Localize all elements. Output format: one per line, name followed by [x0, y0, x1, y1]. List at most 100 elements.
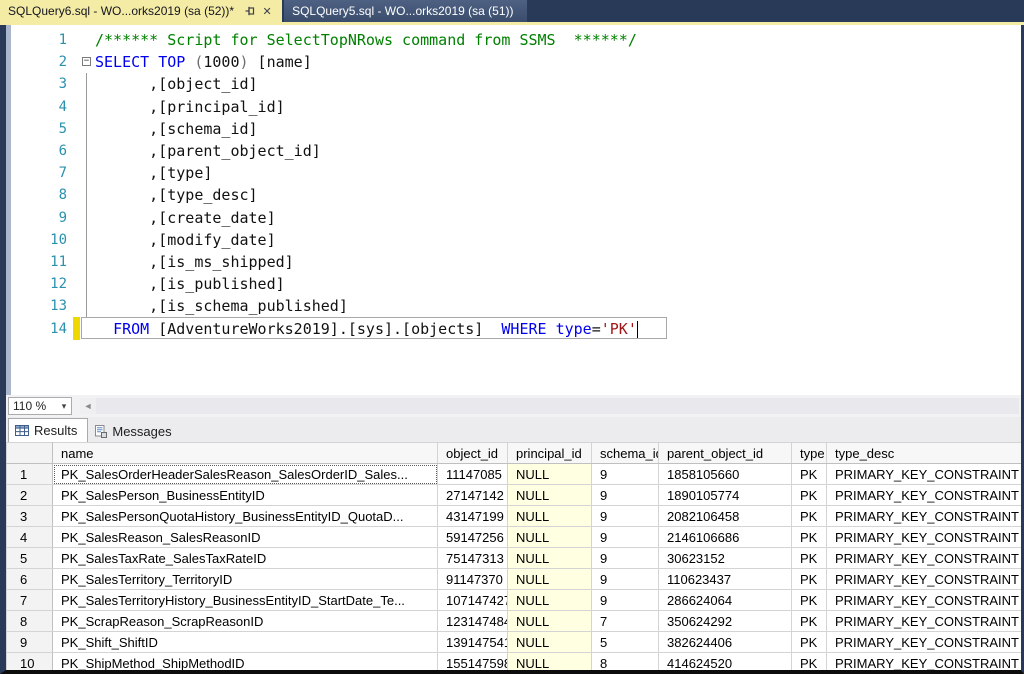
grid-cell-type[interactable]: PK [792, 464, 827, 485]
tab-results[interactable]: Results [8, 418, 88, 442]
grid-cell-object_id[interactable]: 107147427 [438, 590, 508, 611]
grid-cell-type_desc[interactable]: PRIMARY_KEY_CONSTRAINT [827, 506, 1022, 527]
grid-cell-schema_id[interactable]: 9 [592, 464, 659, 485]
grid-cell-schema_id[interactable]: 9 [592, 506, 659, 527]
grid-cell-type_desc[interactable]: PRIMARY_KEY_CONSTRAINT [827, 653, 1022, 674]
grid-cell-principal_id[interactable]: NULL [508, 485, 592, 506]
grid-cell-schema_id[interactable]: 5 [592, 632, 659, 653]
grid-cell-parent_object_id[interactable]: 1858105660 [659, 464, 792, 485]
code-line-12[interactable]: 12 ,[is_published] [11, 273, 1021, 295]
row-header[interactable]: 10 [7, 653, 53, 674]
grid-cell-name[interactable]: PK_SalesPersonQuotaHistory_BusinessEntit… [53, 506, 438, 527]
grid-cell-principal_id[interactable]: NULL [508, 569, 592, 590]
fold-margin[interactable]: − [80, 51, 95, 73]
grid-cell-type[interactable]: PK [792, 653, 827, 674]
grid-cell-parent_object_id[interactable]: 2082106458 [659, 506, 792, 527]
grid-cell-type[interactable]: PK [792, 632, 827, 653]
grid-cell-type[interactable]: PK [792, 527, 827, 548]
close-icon[interactable]: ✕ [260, 4, 274, 18]
grid-cell-principal_id[interactable]: NULL [508, 632, 592, 653]
row-header[interactable]: 7 [7, 590, 53, 611]
column-header-name[interactable]: name [53, 443, 438, 464]
grid-cell-type_desc[interactable]: PRIMARY_KEY_CONSTRAINT [827, 527, 1022, 548]
grid-cell-schema_id[interactable]: 9 [592, 485, 659, 506]
sql-editor[interactable]: 1/****** Script for SelectTopNRows comma… [11, 25, 1021, 395]
grid-cell-name[interactable]: PK_ShipMethod_ShipMethodID [53, 653, 438, 674]
row-header[interactable]: 5 [7, 548, 53, 569]
grid-cell-principal_id[interactable]: NULL [508, 653, 592, 674]
grid-cell-principal_id[interactable]: NULL [508, 506, 592, 527]
grid-cell-object_id[interactable]: 59147256 [438, 527, 508, 548]
zoom-level-select[interactable]: 110 % ▾ [8, 397, 72, 415]
code-line-14[interactable]: 14 FROM [AdventureWorks2019].[sys].[obje… [11, 317, 1021, 339]
grid-cell-object_id[interactable]: 123147484 [438, 611, 508, 632]
code-line-7[interactable]: 7 ,[type] [11, 162, 1021, 184]
grid-cell-principal_id[interactable]: NULL [508, 611, 592, 632]
grid-cell-name[interactable]: PK_ScrapReason_ScrapReasonID [53, 611, 438, 632]
grid-cell-parent_object_id[interactable]: 110623437 [659, 569, 792, 590]
grid-cell-principal_id[interactable]: NULL [508, 590, 592, 611]
code-line-2[interactable]: 2−SELECT TOP (1000) [name] [11, 51, 1021, 73]
scroll-left-icon[interactable]: ◄ [80, 398, 96, 414]
grid-cell-type_desc[interactable]: PRIMARY_KEY_CONSTRAINT [827, 464, 1022, 485]
results-grid[interactable]: nameobject_idprincipal_idschema_idparent… [6, 442, 1022, 674]
column-header-principal_id[interactable]: principal_id [508, 443, 592, 464]
grid-cell-object_id[interactable]: 75147313 [438, 548, 508, 569]
row-header[interactable]: 6 [7, 569, 53, 590]
column-header-type_desc[interactable]: type_desc [827, 443, 1022, 464]
grid-cell-principal_id[interactable]: NULL [508, 527, 592, 548]
grid-cell-object_id[interactable]: 155147598 [438, 653, 508, 674]
code-line-6[interactable]: 6 ,[parent_object_id] [11, 140, 1021, 162]
code-line-5[interactable]: 5 ,[schema_id] [11, 118, 1021, 140]
grid-cell-type_desc[interactable]: PRIMARY_KEY_CONSTRAINT [827, 611, 1022, 632]
tab-sqlquery5[interactable]: SQLQuery5.sql - WO...orks2019 (sa (51)) [284, 0, 527, 22]
grid-cell-schema_id[interactable]: 9 [592, 548, 659, 569]
code-line-3[interactable]: 3 ,[object_id] [11, 73, 1021, 95]
grid-cell-type_desc[interactable]: PRIMARY_KEY_CONSTRAINT [827, 632, 1022, 653]
grid-cell-type[interactable]: PK [792, 485, 827, 506]
grid-cell-name[interactable]: PK_SalesTerritory_TerritoryID [53, 569, 438, 590]
horizontal-scrollbar[interactable]: ◄ [80, 398, 1019, 414]
column-header-type[interactable]: type [792, 443, 827, 464]
row-header[interactable]: 3 [7, 506, 53, 527]
row-header[interactable]: 4 [7, 527, 53, 548]
grid-cell-name[interactable]: PK_SalesReason_SalesReasonID [53, 527, 438, 548]
row-header[interactable]: 2 [7, 485, 53, 506]
grid-corner-header[interactable] [7, 443, 53, 464]
column-header-object_id[interactable]: object_id [438, 443, 508, 464]
grid-cell-name[interactable]: PK_SalesPerson_BusinessEntityID [53, 485, 438, 506]
grid-cell-parent_object_id[interactable]: 1890105774 [659, 485, 792, 506]
grid-cell-type[interactable]: PK [792, 548, 827, 569]
code-line-11[interactable]: 11 ,[is_ms_shipped] [11, 251, 1021, 273]
grid-cell-schema_id[interactable]: 9 [592, 569, 659, 590]
grid-cell-name[interactable]: PK_SalesTerritoryHistory_BusinessEntityI… [53, 590, 438, 611]
code-line-9[interactable]: 9 ,[create_date] [11, 207, 1021, 229]
grid-cell-parent_object_id[interactable]: 30623152 [659, 548, 792, 569]
code-line-13[interactable]: 13 ,[is_schema_published] [11, 295, 1021, 317]
grid-cell-principal_id[interactable]: NULL [508, 464, 592, 485]
grid-cell-type_desc[interactable]: PRIMARY_KEY_CONSTRAINT [827, 485, 1022, 506]
collapse-icon[interactable]: − [82, 57, 91, 66]
grid-cell-schema_id[interactable]: 8 [592, 653, 659, 674]
grid-cell-object_id[interactable]: 91147370 [438, 569, 508, 590]
grid-cell-name[interactable]: PK_Shift_ShiftID [53, 632, 438, 653]
row-header[interactable]: 9 [7, 632, 53, 653]
tab-sqlquery6[interactable]: SQLQuery6.sql - WO...orks2019 (sa (52))*… [0, 0, 282, 22]
row-header[interactable]: 8 [7, 611, 53, 632]
grid-cell-principal_id[interactable]: NULL [508, 548, 592, 569]
grid-cell-name[interactable]: PK_SalesTaxRate_SalesTaxRateID [53, 548, 438, 569]
grid-cell-object_id[interactable]: 139147541 [438, 632, 508, 653]
grid-cell-schema_id[interactable]: 9 [592, 527, 659, 548]
grid-cell-parent_object_id[interactable]: 2146106686 [659, 527, 792, 548]
code-line-4[interactable]: 4 ,[principal_id] [11, 96, 1021, 118]
column-header-parent_object_id[interactable]: parent_object_id [659, 443, 792, 464]
grid-cell-type[interactable]: PK [792, 611, 827, 632]
code-line-10[interactable]: 10 ,[modify_date] [11, 229, 1021, 251]
grid-cell-parent_object_id[interactable]: 382624406 [659, 632, 792, 653]
grid-cell-type_desc[interactable]: PRIMARY_KEY_CONSTRAINT [827, 548, 1022, 569]
grid-cell-parent_object_id[interactable]: 286624064 [659, 590, 792, 611]
pin-icon[interactable] [243, 4, 257, 18]
code-line-8[interactable]: 8 ,[type_desc] [11, 184, 1021, 206]
grid-cell-type[interactable]: PK [792, 569, 827, 590]
code-line-1[interactable]: 1/****** Script for SelectTopNRows comma… [11, 29, 1021, 51]
